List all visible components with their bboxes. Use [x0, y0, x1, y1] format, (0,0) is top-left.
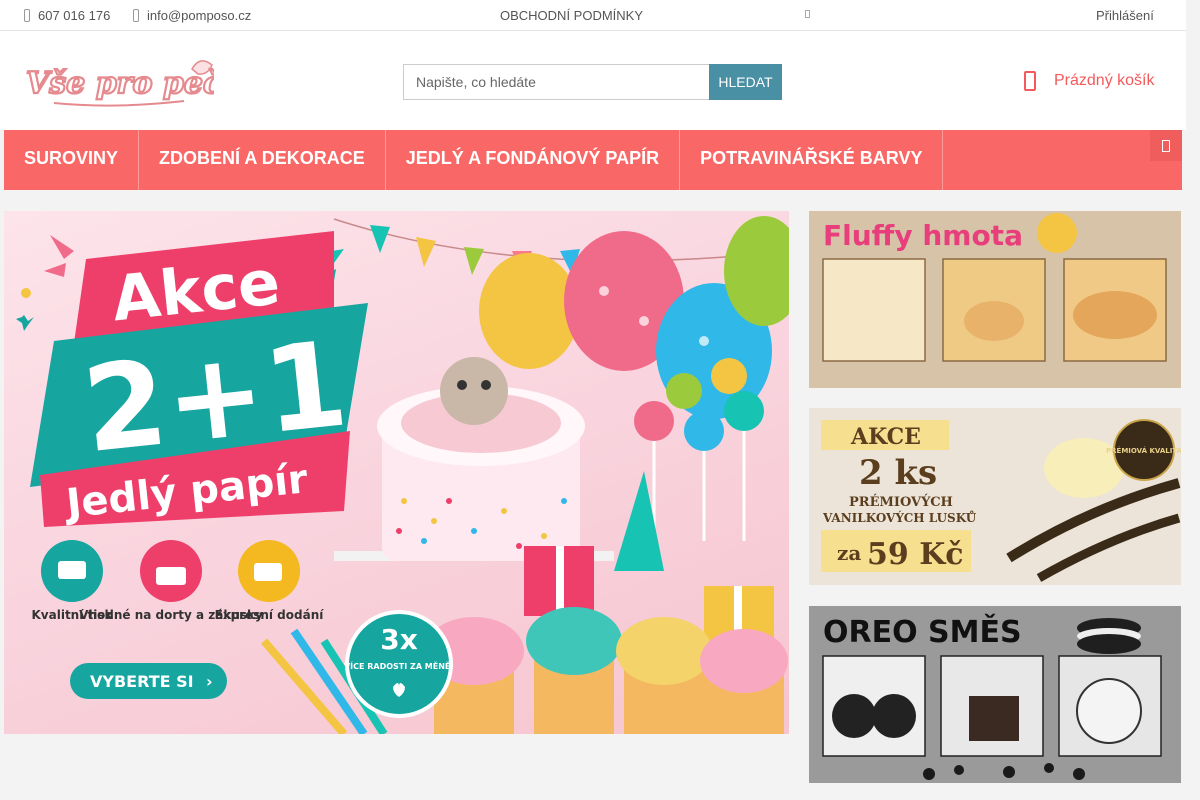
banner-oreo[interactable]: OREO SMĚS: [809, 606, 1181, 783]
cart-label[interactable]: Prázdný košík: [1054, 72, 1154, 90]
site-logo[interactable]: Vše pro pečení: [24, 57, 214, 111]
vanilla-qty: 2 ks: [859, 453, 937, 493]
phone-icon: [24, 9, 30, 22]
logo-text: Vše pro pečení: [26, 66, 214, 101]
chevron-right-icon: ›: [206, 672, 213, 691]
cart-icon: [1024, 71, 1036, 91]
bunting-flag: [464, 247, 484, 275]
main-nav: SUROVINY ZDOBENÍ A DEKORACE JEDLÝ A FOND…: [4, 130, 1182, 190]
kitten-image: [440, 357, 508, 425]
vanilla-graphic: AKCE 2 ks PRÉMIOVÝCH VANILKOVÝCH LUSKŮ z…: [809, 408, 1181, 585]
feature-express: Expresní dodání: [215, 608, 325, 622]
fluffy-title: Fluffy hmota: [823, 219, 1023, 252]
nav-item-suroviny[interactable]: SUROVINY: [4, 130, 140, 190]
oreo-graphic: OREO SMĚS: [809, 606, 1181, 783]
nav-item-barvy[interactable]: POTRAVINÁŘSKÉ BARVY: [680, 130, 944, 190]
search-button[interactable]: HLEDAT: [709, 64, 782, 100]
bunting-flag: [416, 237, 436, 267]
fluffy-image-1: [822, 258, 926, 362]
search-input[interactable]: [403, 64, 709, 100]
email-link[interactable]: info@pomposo.cz: [147, 8, 251, 23]
hero-graphic: Akce 2+1 Jedlý papír Kvalitní tisk Vhodn…: [16, 216, 789, 734]
cake-slice-icon: [1037, 213, 1077, 253]
badge-small: VÍCE RADOSTI ZA MĚNĚ!: [344, 660, 454, 671]
cart[interactable]: Prázdný košík: [1024, 71, 1154, 91]
phone-contact[interactable]: 607 016 176: [24, 8, 110, 23]
vanilla-line2: VANILKOVÝCH LUSKŮ: [822, 510, 977, 525]
hero-offer: 2+1: [77, 314, 353, 479]
menu-toggle-button[interactable]: [1150, 130, 1182, 161]
badge-big: 3x: [380, 623, 418, 656]
vanilla-akce: AKCE: [850, 424, 921, 450]
header: Vše pro pečení HLEDAT Prázdný košík: [0, 31, 1186, 130]
email-contact[interactable]: info@pomposo.cz: [133, 8, 251, 23]
vanilla-line1: PRÉMIOVÝCH: [849, 494, 953, 510]
login-link[interactable]: Přihlášení: [1096, 8, 1154, 23]
vanilla-price-prefix: za: [837, 541, 861, 565]
phone-number[interactable]: 607 016 176: [38, 8, 110, 23]
hero-banner[interactable]: Akce 2+1 Jedlý papír Kvalitní tisk Vhodn…: [4, 211, 789, 734]
banner-fluffy[interactable]: Fluffy hmota: [809, 211, 1181, 388]
page: 607 016 176 info@pomposo.cz OBCHODNÍ POD…: [0, 0, 1200, 800]
top-bar: 607 016 176 info@pomposo.cz OBCHODNÍ POD…: [0, 0, 1186, 31]
party-hat: [614, 471, 664, 571]
dropdown-icon[interactable]: [805, 10, 810, 18]
banner-vanilla[interactable]: AKCE 2 ks PRÉMIOVÝCH VANILKOVÝCH LUSKŮ z…: [809, 408, 1181, 585]
menu-icon: [1162, 139, 1170, 152]
terms-link[interactable]: OBCHODNÍ PODMÍNKY: [500, 8, 643, 23]
nav-item-zdobeni[interactable]: ZDOBENÍ A DEKORACE: [139, 130, 386, 190]
cta-label[interactable]: VYBERTE SI: [90, 672, 194, 691]
vanilla-price: 59 Kč: [867, 537, 964, 572]
nav-item-jedly-papir[interactable]: JEDLÝ A FONDÁNOVÝ PAPÍR: [386, 130, 681, 190]
fluffy-graphic: Fluffy hmota: [809, 211, 1181, 388]
search-bar: HLEDAT: [403, 64, 783, 100]
premium-badge-label: PRÉMIOVÁ KVALITA: [1106, 446, 1181, 455]
mail-icon: [133, 9, 139, 22]
balloon: [479, 253, 579, 369]
bunting-flag: [370, 225, 390, 253]
oreo-title: OREO SMĚS: [823, 614, 1022, 650]
